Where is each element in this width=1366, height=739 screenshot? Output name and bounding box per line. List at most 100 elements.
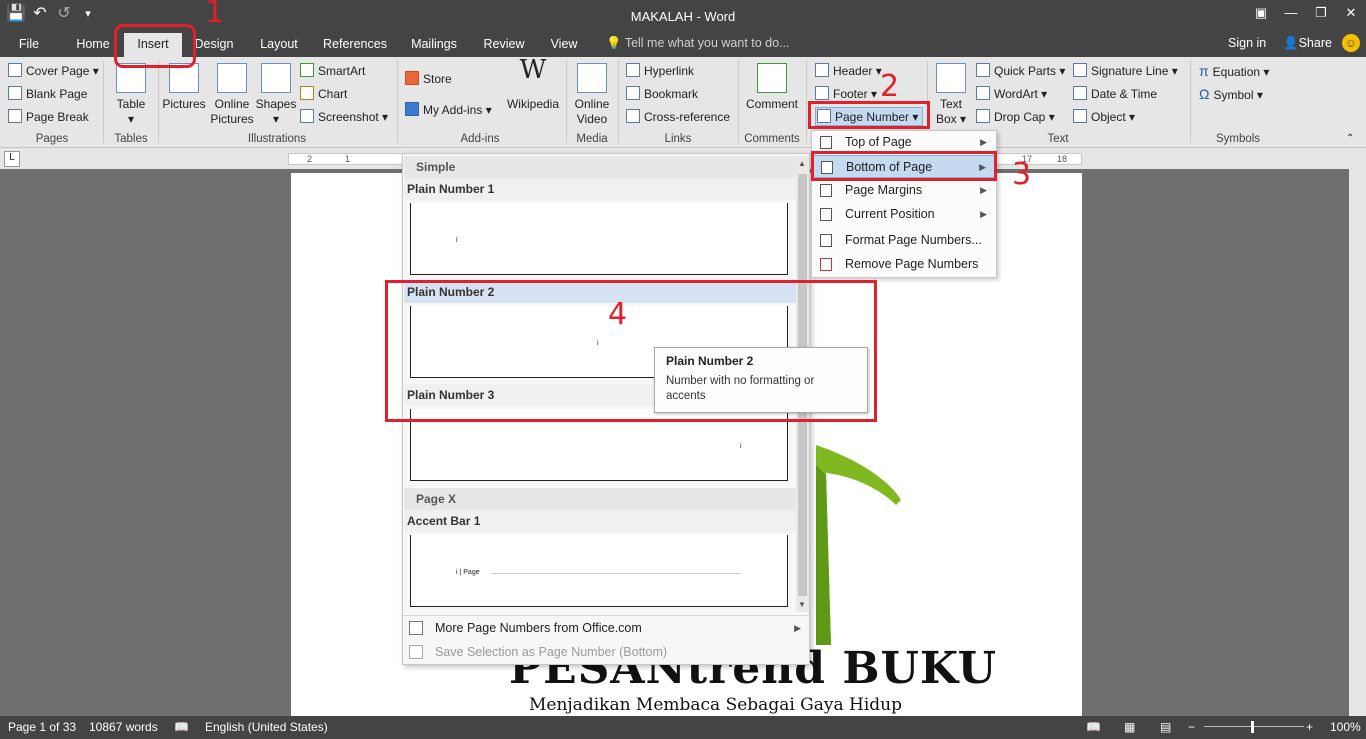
read-mode-icon[interactable]: 📖 [1086,720,1101,734]
drop-cap-button[interactable]: Drop Cap ▾ [976,109,1055,124]
share-button[interactable]: 👤Share [1283,36,1332,51]
hyperlink-button[interactable]: Hyperlink [626,63,694,78]
sign-in-link[interactable]: Sign in [1228,36,1266,50]
restore-icon[interactable]: ❐ [1306,0,1336,26]
tab-view[interactable]: View [546,33,582,57]
gallery-item-label[interactable]: Accent Bar 1 [404,510,796,532]
menu-item-page-margins[interactable]: Page Margins ▶ [813,179,995,202]
zoom-slider-thumb[interactable] [1251,721,1254,733]
menu-item-remove-page-numbers[interactable]: Remove Page Numbers [813,253,995,276]
object-button[interactable]: Object ▾ [1073,109,1135,124]
comment-button[interactable]: Comment [742,63,802,112]
wordart-icon [976,86,990,100]
text-box-label-1: Text [939,97,962,111]
zoom-in-icon[interactable]: + [1306,720,1313,734]
wordart-button[interactable]: WordArt ▾ [976,86,1047,101]
bookmark-icon [626,86,640,100]
scroll-up-icon[interactable]: ▲ [798,159,806,168]
symbol-button[interactable]: Ω Symbol ▾ [1199,86,1263,102]
header-button[interactable]: Header ▾ [815,63,882,78]
object-icon [1073,109,1087,123]
minimize-icon[interactable]: — [1276,0,1306,26]
ribbon-display-icon[interactable]: ▣ [1246,0,1276,26]
online-pictures-button[interactable]: Online Pictures [210,63,254,127]
thumb-page-number: i [740,443,742,450]
online-video-button[interactable]: Online Video [570,63,614,127]
chart-button[interactable]: Chart [300,86,347,101]
tell-me-label: Tell me what you want to do... [624,36,790,50]
store-button[interactable]: Store [405,71,452,86]
my-addins-button[interactable]: My Add-ins ▾ [405,102,492,117]
save-selection-item[interactable]: Save Selection as Page Number (Bottom) [403,640,809,664]
collapse-ribbon-icon[interactable]: ⌃ [1346,133,1354,144]
smartart-button[interactable]: SmartArt [300,63,365,78]
feedback-smiley-icon[interactable]: ☺ [1342,34,1360,52]
tab-selector-icon[interactable]: L [4,151,20,167]
cross-reference-icon [626,109,640,123]
online-video-label-2: Video [576,112,608,126]
cover-page-button[interactable]: Cover Page ▾ [8,63,99,78]
chart-icon [300,86,314,100]
table-button[interactable]: Table ▾ [110,63,152,127]
shapes-button[interactable]: Shapes ▾ [255,63,297,127]
close-icon[interactable]: ✕ [1336,0,1366,26]
tab-home[interactable]: Home [70,33,116,57]
gallery-section-simple: Simple [404,156,796,178]
my-addins-label: My Add-ins [423,103,483,117]
group-tables-label: Tables [114,133,148,145]
wikipedia-label: Wikipedia [506,97,560,111]
ruler-tick-label: 18 [1057,154,1068,164]
tab-review[interactable]: Review [480,33,528,57]
group-divider [1190,61,1191,143]
bookmark-button[interactable]: Bookmark [626,86,698,101]
equation-button[interactable]: π Equation ▾ [1199,63,1269,79]
wikipedia-button[interactable]: W Wikipedia [505,57,561,112]
menu-item-label: Format Page Numbers... [845,233,982,247]
menu-item-current-position[interactable]: Current Position ▶ [813,203,995,226]
screenshot-button[interactable]: Screenshot ▾ [300,109,388,124]
annotation-number: 4 [608,297,628,332]
group-links-label: Links [664,133,692,145]
gallery-item-accent-bar-1[interactable]: i | Page [410,535,788,607]
blank-page-button[interactable]: Blank Page [8,86,87,101]
menu-item-format-page-numbers[interactable]: Format Page Numbers... [813,229,995,252]
annotation-box-page-number [808,101,930,129]
zoom-out-icon[interactable]: − [1188,720,1195,734]
print-layout-icon[interactable]: ▦ [1124,720,1135,734]
word-count[interactable]: 10867 words [89,720,158,734]
pictures-button[interactable]: Pictures [162,63,206,112]
web-layout-icon[interactable]: ▤ [1160,720,1171,734]
ruler-tick-label: 2 [307,154,313,164]
language-indicator[interactable]: English (United States) [205,720,328,734]
symbol-label: Symbol [1213,88,1254,102]
tab-layout[interactable]: Layout [254,33,304,57]
text-box-button[interactable]: Text Box ▾ [932,63,970,127]
gallery-item-plain-number-1[interactable]: i [410,203,788,275]
tab-design[interactable]: Design [190,33,238,57]
menu-item-label: Page Margins [845,183,923,197]
proofing-icon[interactable]: 📖 [174,720,189,734]
tab-file[interactable]: File [10,33,48,57]
page-break-button[interactable]: Page Break [8,109,89,124]
annotation-box-bottom-of-page [811,151,997,181]
vertical-scrollbar[interactable] [1349,169,1366,716]
page-position-icon [820,136,832,149]
group-divider [103,61,104,143]
quick-parts-button[interactable]: Quick Parts ▾ [976,63,1065,78]
page-count[interactable]: Page 1 of 33 [8,720,76,734]
scroll-down-icon[interactable]: ▼ [798,600,806,609]
more-page-numbers-item[interactable]: More Page Numbers from Office.com ▶ [403,616,809,640]
office-web-icon [409,621,423,635]
cross-reference-button[interactable]: Cross-reference [626,109,730,124]
tab-mailings[interactable]: Mailings [406,33,462,57]
more-page-numbers-label: More Page Numbers from Office.com [435,621,642,635]
footer-button[interactable]: Footer ▾ [815,86,877,101]
tab-references[interactable]: References [320,33,390,57]
gallery-item-label[interactable]: Plain Number 1 [404,178,796,200]
zoom-level[interactable]: 100% [1330,720,1361,734]
tell-me-search[interactable]: 💡 Tell me what you want to do... [606,36,789,51]
table-label: Table [116,97,146,111]
signature-line-button[interactable]: Signature Line ▾ [1073,63,1178,78]
zoom-slider[interactable] [1204,726,1304,727]
date-time-button[interactable]: Date & Time [1073,86,1157,101]
